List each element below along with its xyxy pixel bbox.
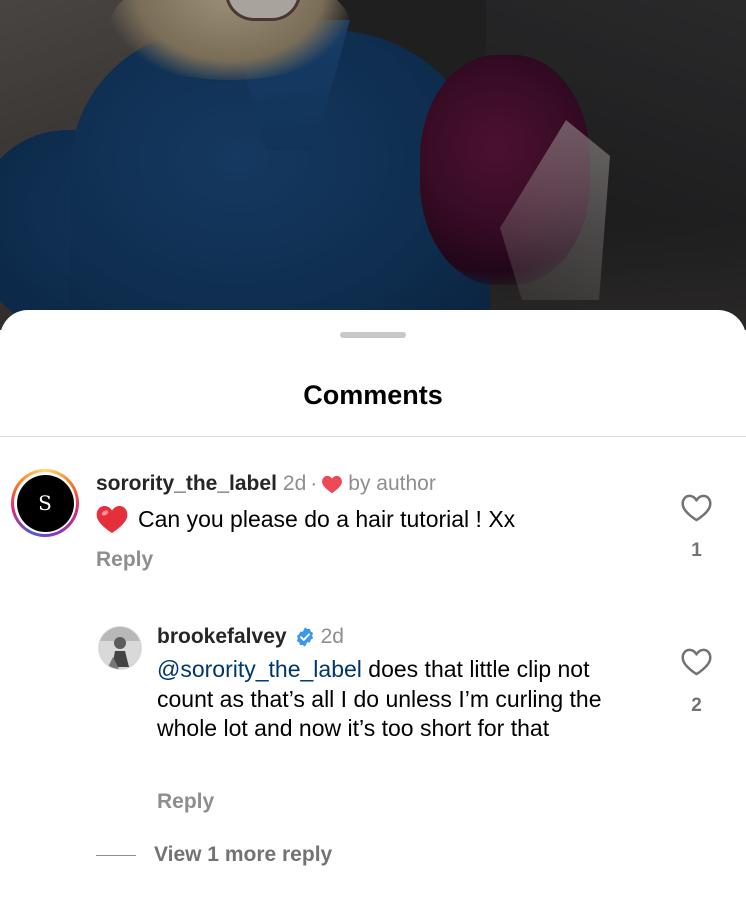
reply-button[interactable]: Reply <box>96 548 153 572</box>
reply-to-reply-button[interactable]: Reply <box>157 790 214 814</box>
reply-mention[interactable]: @sorority_the_label <box>157 656 362 682</box>
liked-by-author-label: by author <box>348 472 436 495</box>
view-more-replies-button[interactable]: View 1 more reply <box>96 843 332 867</box>
comment-header: sorority_the_label 2d · by author <box>96 472 436 496</box>
reply-username[interactable]: brookefalvey <box>157 625 287 649</box>
heart-outline-icon[interactable] <box>681 494 712 522</box>
view-more-label: View 1 more reply <box>154 843 333 866</box>
thread-line <box>96 854 136 856</box>
reply-body: @sorority_the_label does that little cli… <box>157 655 647 744</box>
heart-outline-icon[interactable] <box>681 648 712 676</box>
commenter-avatar[interactable]: S <box>11 469 79 537</box>
comment-text: Can you please do a hair tutorial ! Xx <box>138 506 516 532</box>
like-count: 1 <box>691 540 702 561</box>
avatar-letter: S <box>16 474 74 532</box>
verified-badge-icon <box>296 627 313 647</box>
reply-header: brookefalvey 2d <box>157 625 344 649</box>
comment-time: 2d <box>282 472 307 495</box>
sheet-title: Comments <box>303 380 443 410</box>
comment-username[interactable]: sorority_the_label <box>96 472 277 496</box>
post-photo-background <box>0 0 746 330</box>
avatar-photo <box>99 627 141 669</box>
sheet-drag-handle[interactable] <box>340 332 406 338</box>
heart-emoji-icon <box>96 506 128 533</box>
comments-sheet: Comments S sorority_the_label 2d · by au… <box>0 310 746 910</box>
reply-like-count: 2 <box>691 695 702 716</box>
separator-dot: · <box>310 472 318 495</box>
reply-time: 2d <box>320 625 344 648</box>
header-divider <box>0 436 746 437</box>
heart-filled-icon <box>322 475 343 494</box>
reply-avatar[interactable] <box>98 626 142 670</box>
comment-body: Can you please do a hair tutorial ! Xx <box>96 505 515 534</box>
